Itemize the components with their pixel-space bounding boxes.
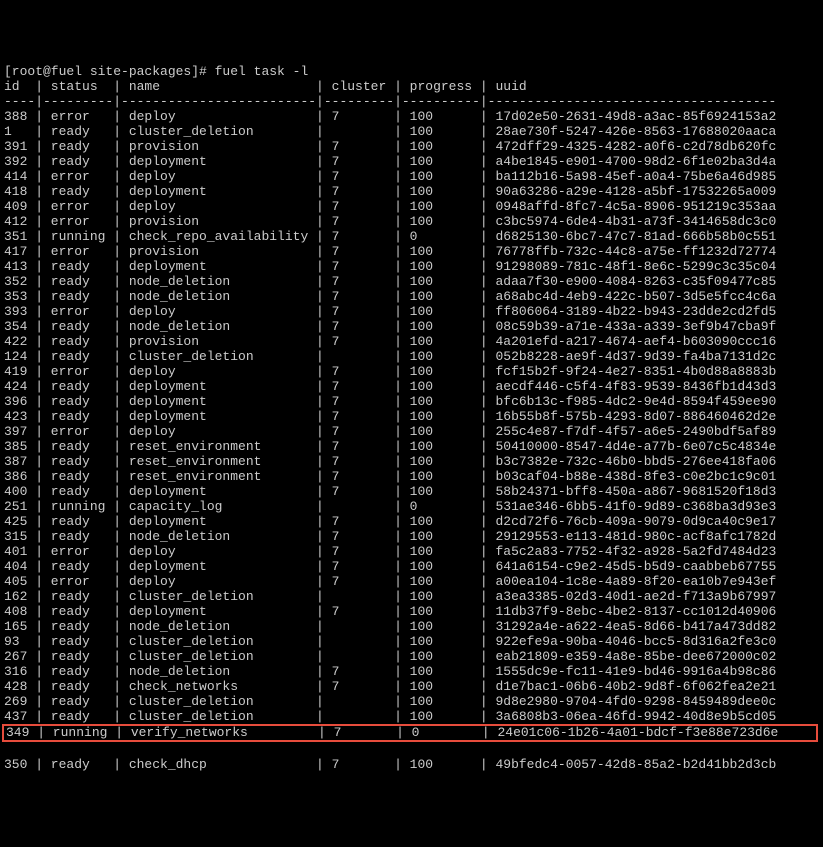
table-row: 93 | ready | cluster_deletion | | 100 | … bbox=[4, 634, 823, 649]
table-row: 396 | ready | deployment | 7 | 100 | bfc… bbox=[4, 394, 823, 409]
table-row: 412 | error | provision | 7 | 100 | c3bc… bbox=[4, 214, 823, 229]
table-row: 386 | ready | reset_environment | 7 | 10… bbox=[4, 469, 823, 484]
table-row: 405 | error | deploy | 7 | 100 | a00ea10… bbox=[4, 574, 823, 589]
table-row: 409 | error | deploy | 7 | 100 | 0948aff… bbox=[4, 199, 823, 214]
table-row: 428 | ready | check_networks | 7 | 100 |… bbox=[4, 679, 823, 694]
table-row: 414 | error | deploy | 7 | 100 | ba112b1… bbox=[4, 169, 823, 184]
terminal-output: [root@fuel site-packages]# fuel task -li… bbox=[4, 64, 823, 772]
table-row: 408 | ready | deployment | 7 | 100 | 11d… bbox=[4, 604, 823, 619]
table-row: 269 | ready | cluster_deletion | | 100 |… bbox=[4, 694, 823, 709]
table-row: 423 | ready | deployment | 7 | 100 | 16b… bbox=[4, 409, 823, 424]
table-row: 425 | ready | deployment | 7 | 100 | d2c… bbox=[4, 514, 823, 529]
table-row: 392 | ready | deployment | 7 | 100 | a4b… bbox=[4, 154, 823, 169]
command-prompt: [root@fuel site-packages]# fuel task -l bbox=[4, 64, 823, 79]
table-row: 385 | ready | reset_environment | 7 | 10… bbox=[4, 439, 823, 454]
table-row: 353 | ready | node_deletion | 7 | 100 | … bbox=[4, 289, 823, 304]
table-row: 267 | ready | cluster_deletion | | 100 |… bbox=[4, 649, 823, 664]
highlighted-row: 349 | running | verify_networks | 7 | 0 … bbox=[2, 724, 818, 742]
table-row: 422 | ready | provision | 7 | 100 | 4a20… bbox=[4, 334, 823, 349]
table-row: 397 | error | deploy | 7 | 100 | 255c4e8… bbox=[4, 424, 823, 439]
table-row: 391 | ready | provision | 7 | 100 | 472d… bbox=[4, 139, 823, 154]
table-row: 316 | ready | node_deletion | 7 | 100 | … bbox=[4, 664, 823, 679]
table-row: 424 | ready | deployment | 7 | 100 | aec… bbox=[4, 379, 823, 394]
table-row: 400 | ready | deployment | 7 | 100 | 58b… bbox=[4, 484, 823, 499]
table-row: 351 | running | check_repo_availability … bbox=[4, 229, 823, 244]
table-row: 418 | ready | deployment | 7 | 100 | 90a… bbox=[4, 184, 823, 199]
table-row: 393 | error | deploy | 7 | 100 | ff80606… bbox=[4, 304, 823, 319]
table-header: id | status | name | cluster | progress … bbox=[4, 79, 823, 94]
table-row: 349 | running | verify_networks | 7 | 0 … bbox=[4, 726, 816, 740]
table-row: 419 | error | deploy | 7 | 100 | fcf15b2… bbox=[4, 364, 823, 379]
table-row: 165 | ready | node_deletion | | 100 | 31… bbox=[4, 619, 823, 634]
table-row: 350 | ready | check_dhcp | 7 | 100 | 49b… bbox=[4, 757, 823, 772]
table-row: 352 | ready | node_deletion | 7 | 100 | … bbox=[4, 274, 823, 289]
table-row: 162 | ready | cluster_deletion | | 100 |… bbox=[4, 589, 823, 604]
table-divider: ----|---------|-------------------------… bbox=[4, 94, 823, 109]
table-row: 413 | ready | deployment | 7 | 100 | 912… bbox=[4, 259, 823, 274]
table-row: 1 | ready | cluster_deletion | | 100 | 2… bbox=[4, 124, 823, 139]
table-row: 387 | ready | reset_environment | 7 | 10… bbox=[4, 454, 823, 469]
table-row: 401 | error | deploy | 7 | 100 | fa5c2a8… bbox=[4, 544, 823, 559]
table-row: 354 | ready | node_deletion | 7 | 100 | … bbox=[4, 319, 823, 334]
table-row: 417 | error | provision | 7 | 100 | 7677… bbox=[4, 244, 823, 259]
table-row: 315 | ready | node_deletion | 7 | 100 | … bbox=[4, 529, 823, 544]
table-row: 251 | running | capacity_log | | 0 | 531… bbox=[4, 499, 823, 514]
table-row: 388 | error | deploy | 7 | 100 | 17d02e5… bbox=[4, 109, 823, 124]
table-row: 437 | ready | cluster_deletion | | 100 |… bbox=[4, 709, 823, 724]
table-row: 404 | ready | deployment | 7 | 100 | 641… bbox=[4, 559, 823, 574]
table-row: 124 | ready | cluster_deletion | | 100 |… bbox=[4, 349, 823, 364]
